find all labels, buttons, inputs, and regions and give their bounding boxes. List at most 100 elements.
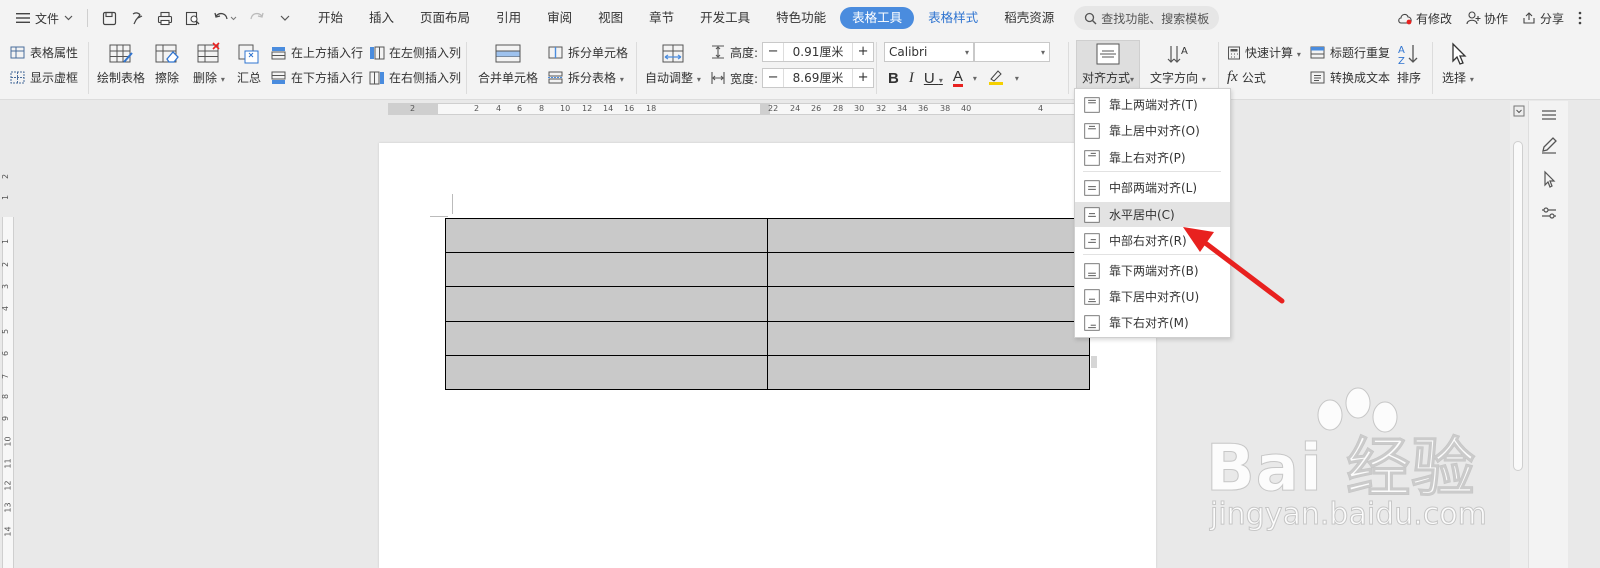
tab-home[interactable]: 开始	[306, 7, 355, 29]
sliders-icon[interactable]	[1539, 203, 1559, 223]
align-option-9[interactable]: 靠下右对齐(M)	[1075, 310, 1230, 335]
summary-button[interactable]: 汇总	[236, 42, 262, 86]
table-cell[interactable]	[445, 320, 768, 356]
tab-page-layout[interactable]: 页面布局	[408, 7, 482, 29]
split-table-button[interactable]: 拆分表格 ▾	[548, 69, 624, 86]
collaborate-button[interactable]: 协作	[1466, 10, 1508, 27]
print-preview-button[interactable]	[182, 7, 204, 29]
erase-button[interactable]: 擦除	[154, 42, 180, 86]
format-painter-button[interactable]	[126, 7, 148, 29]
tab-references[interactable]: 引用	[484, 7, 533, 29]
align-option-5[interactable]: 水平居中(C)	[1075, 202, 1230, 227]
sort-label: 排序	[1396, 71, 1421, 85]
more-options-button[interactable]	[1578, 11, 1582, 25]
increase-width-button[interactable]: +	[853, 69, 873, 87]
select-button[interactable]: 选择 ▾	[1442, 42, 1474, 86]
tab-sections[interactable]: 章节	[637, 7, 686, 29]
underline-button[interactable]: U ▾	[924, 70, 943, 87]
bold-button[interactable]: B	[888, 70, 899, 87]
align-button[interactable]: 对齐方式▾	[1078, 42, 1138, 86]
insert-row-below-button[interactable]: 在下方插入行	[271, 69, 363, 86]
pen-edit-icon[interactable]	[1539, 135, 1559, 155]
document-table[interactable]	[445, 217, 1090, 391]
undo-button[interactable]	[210, 7, 240, 29]
table-cell[interactable]	[767, 354, 1090, 391]
insert-column-left-icon	[370, 46, 385, 59]
merge-cells-button[interactable]: 合并单元格	[478, 42, 538, 86]
table-cell[interactable]	[767, 286, 1090, 322]
table-cell[interactable]	[767, 320, 1090, 356]
row-height-stepper[interactable]: − 0.91厘米 +	[762, 42, 875, 62]
align-option-8[interactable]: 靠下居中对齐(U)	[1075, 284, 1230, 309]
insert-row-above-button[interactable]: 在上方插入行	[271, 44, 363, 61]
sort-button[interactable]: AZ 排序	[1396, 42, 1422, 86]
insert-column-left-button[interactable]: 在左侧插入列	[369, 44, 461, 61]
save-icon	[102, 11, 116, 25]
italic-button[interactable]: I	[909, 70, 914, 87]
table-cell[interactable]	[445, 252, 768, 288]
align-option-2[interactable]: 靠上居中对齐(O)	[1075, 118, 1230, 143]
align-option-3[interactable]: 靠上右对齐(P)	[1075, 145, 1230, 170]
formula-button[interactable]: fx 公式	[1227, 69, 1266, 86]
table-cell[interactable]	[445, 354, 768, 391]
align-option-6[interactable]: 中部右对齐(R)	[1075, 228, 1230, 253]
insert-column-right-label: 在右侧插入列	[389, 71, 462, 85]
tab-features[interactable]: 特色功能	[764, 7, 838, 29]
quick-calc-button[interactable]: 快速计算 ▾	[1227, 44, 1301, 61]
table-cell[interactable]	[767, 217, 1090, 254]
align-option-label: 靠上右对齐(P)	[1109, 151, 1186, 165]
tab-table-tools[interactable]: 表格工具	[840, 7, 915, 29]
tab-review[interactable]: 审阅	[535, 7, 584, 29]
table-properties-button[interactable]: 表格属性	[10, 44, 78, 61]
row-height-value[interactable]: 0.91厘米	[783, 43, 854, 61]
feature-search-box[interactable]: 查找功能、搜索模板	[1074, 6, 1220, 30]
formula-icon: fx	[1227, 69, 1238, 85]
quick-access-more-button[interactable]	[274, 7, 296, 29]
align-option-1[interactable]: 靠上两端对齐(T)	[1075, 92, 1230, 117]
text-direction-icon: A	[1167, 46, 1188, 63]
font-size-select[interactable]: ▾	[974, 42, 1050, 62]
split-cells-button[interactable]: 拆分单元格	[548, 44, 628, 61]
align-option-icon	[1084, 314, 1100, 331]
tab-table-style[interactable]: 表格样式	[916, 7, 990, 29]
convert-text-icon	[1310, 71, 1325, 83]
align-option-7[interactable]: 靠下两端对齐(B)	[1075, 258, 1230, 283]
highlight-button[interactable]	[987, 68, 1005, 88]
row-height-label: 高度:	[730, 45, 759, 60]
redo-button[interactable]	[246, 7, 268, 29]
column-width-stepper[interactable]: − 8.69厘米 +	[762, 68, 875, 88]
file-menu-button[interactable]: 文件	[12, 5, 77, 31]
insert-column-right-button[interactable]: 在右侧插入列	[369, 69, 461, 86]
cursor-select-icon[interactable]	[1539, 169, 1559, 189]
column-width-value[interactable]: 8.69厘米	[783, 69, 854, 87]
tab-view[interactable]: 视图	[586, 7, 635, 29]
ribbon-separator	[1068, 42, 1069, 94]
table-cell[interactable]	[445, 217, 768, 254]
table-resize-handle[interactable]	[1091, 356, 1097, 368]
delete-table-icon	[197, 42, 220, 63]
print-button[interactable]	[154, 7, 176, 29]
text-direction-button[interactable]: A 文字方向 ▾	[1150, 42, 1206, 86]
increase-height-button[interactable]: +	[853, 43, 873, 61]
decrease-height-button[interactable]: −	[763, 43, 783, 61]
decrease-width-button[interactable]: −	[763, 69, 783, 87]
show-gridlines-button[interactable]: 显示虚框	[10, 69, 78, 86]
tab-docer-resources[interactable]: 稻壳资源	[992, 7, 1066, 29]
save-button[interactable]	[98, 7, 120, 29]
changes-button[interactable]: 有修改	[1397, 10, 1452, 27]
draw-table-button[interactable]: 绘制表格	[97, 42, 145, 86]
table-cell[interactable]	[445, 286, 768, 322]
align-option-4[interactable]: 中部两端对齐(L)	[1075, 175, 1230, 200]
table-properties-label: 表格属性	[30, 46, 79, 60]
tab-insert[interactable]: 插入	[357, 7, 406, 29]
font-name-select[interactable]: Calibri ▾	[884, 42, 974, 62]
menu-lines-icon[interactable]	[1539, 105, 1559, 125]
font-color-button[interactable]: A	[952, 69, 963, 87]
table-cell[interactable]	[767, 252, 1090, 288]
auto-fit-button[interactable]: 自动调整 ▾	[645, 42, 701, 86]
share-button[interactable]: 分享	[1522, 10, 1564, 27]
delete-button[interactable]: 删除 ▾	[193, 42, 225, 86]
repeat-header-button[interactable]: 标题行重复	[1310, 44, 1390, 61]
tab-developer[interactable]: 开发工具	[688, 7, 762, 29]
convert-to-text-button[interactable]: 转换成文本	[1310, 69, 1390, 86]
